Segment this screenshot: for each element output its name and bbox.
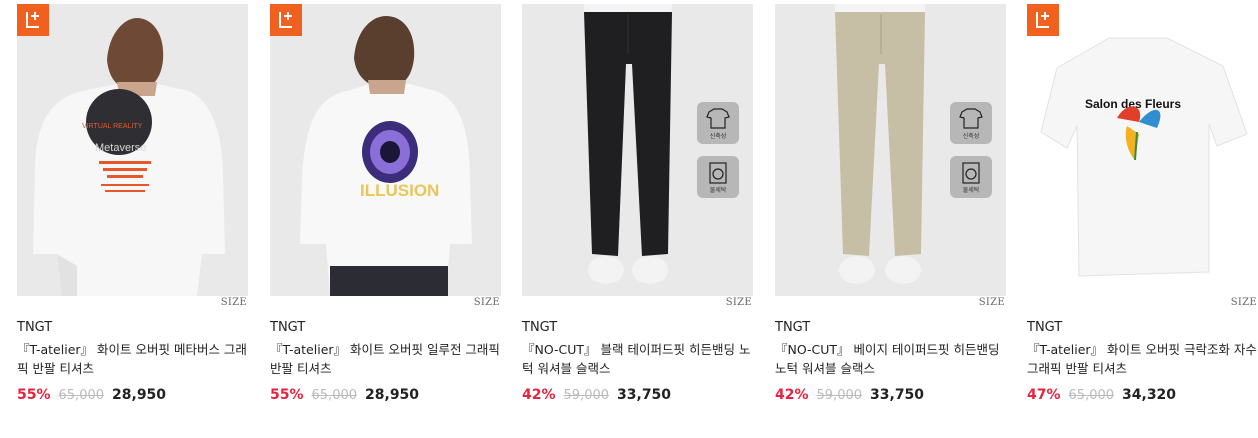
- price-row: 55% 65,000 28,950: [17, 387, 166, 407]
- discount-rate: 55%: [270, 387, 304, 403]
- brand-name[interactable]: TNGT: [775, 320, 810, 335]
- size-tag[interactable]: SIZE: [221, 297, 247, 308]
- care-label: 신축성: [709, 133, 727, 140]
- product-title[interactable]: 『T-atelier』 화이트 오버핏 일루전 그래픽 반팔 티셔츠: [270, 340, 502, 378]
- sale-price: 34,320: [1122, 387, 1177, 403]
- discount-rate: 55%: [17, 387, 51, 403]
- original-price: 65,000: [58, 388, 105, 403]
- product-photo-tshirt-back: VIRTUAL REALITY Metaverse: [17, 4, 248, 296]
- size-tag[interactable]: SIZE: [726, 297, 752, 308]
- price-row: 55% 65,000 28,950: [270, 387, 419, 407]
- sale-price: 28,950: [112, 387, 167, 403]
- sale-price: 33,750: [617, 387, 672, 403]
- product-card[interactable]: 신축성 물세탁 SIZE TNGT 『NO-CUT』 베이지 테이퍼드핏 히든밴…: [775, 4, 1006, 434]
- product-title[interactable]: 『NO-CUT』 베이지 테이퍼드핏 히든밴딩 노턱 워셔블 슬랙스: [775, 340, 1007, 378]
- size-tag[interactable]: SIZE: [1231, 297, 1257, 308]
- price-row: 47% 65,000 34,320: [1027, 387, 1176, 407]
- care-label: 물세탁: [709, 187, 727, 194]
- price-row: 42% 59,000 33,750: [522, 387, 671, 407]
- product-title[interactable]: 『T-atelier』 화이트 오버핏 메타버스 그래픽 반팔 티셔츠: [17, 340, 249, 378]
- original-price: 59,000: [563, 388, 610, 403]
- print-line-1: VIRTUAL REALITY: [82, 123, 143, 130]
- product-card[interactable]: 신축성 물세탁 SIZE TNGT 『NO-CUT』 블랙 테이퍼드핏 히든밴딩…: [522, 4, 753, 434]
- lplus-badge-icon: [17, 4, 49, 36]
- product-image[interactable]: ILLUSION: [270, 4, 501, 296]
- brand-name[interactable]: TNGT: [522, 320, 557, 335]
- product-card[interactable]: VIRTUAL REALITY Metaverse SIZE TNGT 『T-a…: [17, 4, 248, 434]
- product-card[interactable]: ILLUSION SIZE TNGT 『T-atelier』 화이트 오버핏 일…: [270, 4, 501, 434]
- discount-rate: 47%: [1027, 387, 1061, 403]
- brand-name[interactable]: TNGT: [1027, 320, 1062, 335]
- original-price: 65,000: [1068, 388, 1115, 403]
- stretch-care-icon: 신축성: [697, 102, 739, 144]
- lplus-badge-icon: [1027, 4, 1059, 36]
- original-price: 59,000: [816, 388, 863, 403]
- product-image[interactable]: Salon des Fleurs: [1027, 4, 1258, 296]
- brand-name[interactable]: TNGT: [270, 320, 305, 335]
- product-photo-black-slacks: [522, 4, 753, 296]
- discount-rate: 42%: [775, 387, 809, 403]
- washable-care-icon: 물세탁: [697, 156, 739, 198]
- discount-rate: 42%: [522, 387, 556, 403]
- print-line-2: Metaverse: [95, 142, 146, 154]
- price-row: 42% 59,000 33,750: [775, 387, 924, 407]
- product-grid: VIRTUAL REALITY Metaverse SIZE TNGT 『T-a…: [0, 0, 1258, 438]
- product-card[interactable]: Salon des Fleurs SIZE TNGT 『T-atelier』 화…: [1027, 4, 1258, 434]
- original-price: 65,000: [311, 388, 358, 403]
- product-photo-tshirt-flat: Salon des Fleurs: [1027, 4, 1258, 296]
- product-title[interactable]: 『T-atelier』 화이트 오버핏 극락조화 자수 그래픽 반팔 티셔츠: [1027, 340, 1258, 378]
- size-tag[interactable]: SIZE: [474, 297, 500, 308]
- stretch-care-icon: 신축성: [950, 102, 992, 144]
- product-image[interactable]: 신축성 물세탁: [775, 4, 1006, 296]
- product-photo-beige-slacks: [775, 4, 1006, 296]
- washable-care-icon: 물세탁: [950, 156, 992, 198]
- sale-price: 33,750: [870, 387, 925, 403]
- product-image[interactable]: 신축성 물세탁: [522, 4, 753, 296]
- product-photo-tshirt-back: ILLUSION: [270, 4, 501, 296]
- product-image[interactable]: VIRTUAL REALITY Metaverse: [17, 4, 248, 296]
- product-title[interactable]: 『NO-CUT』 블랙 테이퍼드핏 히든밴딩 노턱 워셔블 슬랙스: [522, 340, 754, 378]
- care-label: 물세탁: [962, 187, 980, 194]
- lplus-badge-icon: [270, 4, 302, 36]
- care-label: 신축성: [962, 133, 980, 140]
- brand-name[interactable]: TNGT: [17, 320, 52, 335]
- sale-price: 28,950: [365, 387, 420, 403]
- size-tag[interactable]: SIZE: [979, 297, 1005, 308]
- print-line-1: ILLUSION: [360, 181, 439, 200]
